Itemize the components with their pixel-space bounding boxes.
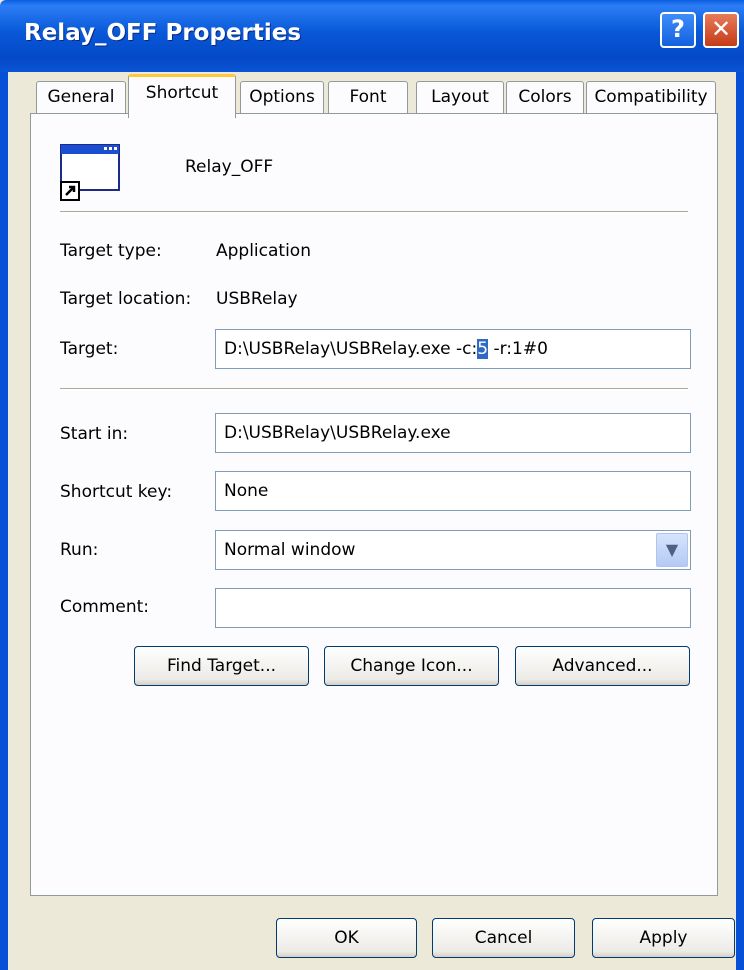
target-text-selected: 5 <box>477 339 489 359</box>
comment-label: Comment: <box>60 597 150 617</box>
target-location-value: USBRelay <box>216 289 298 309</box>
find-target-button[interactable]: Find Target... <box>134 646 309 686</box>
run-label: Run: <box>60 540 99 560</box>
run-select-value: Normal window <box>224 540 356 560</box>
run-select[interactable]: Normal window ▼ <box>215 530 691 570</box>
shortcut-app-icon <box>60 144 120 201</box>
target-text-before: D:\USBRelay\USBRelay.exe -c: <box>224 339 478 359</box>
shortcut-key-label: Shortcut key: <box>60 482 173 502</box>
change-icon-button[interactable]: Change Icon... <box>324 646 499 686</box>
target-type-label: Target type: <box>60 241 162 261</box>
ok-button[interactable]: OK <box>276 918 417 958</box>
divider-top <box>60 211 688 213</box>
advanced-button[interactable]: Advanced... <box>515 646 690 686</box>
start-in-label: Start in: <box>60 424 129 444</box>
target-text-after: -r:1#0 <box>488 339 548 359</box>
target-location-label: Target location: <box>60 289 192 309</box>
comment-input[interactable] <box>215 588 691 628</box>
target-input[interactable]: D:\USBRelay\USBRelay.exe -c:5 -r:1#0 <box>215 329 691 369</box>
shortcut-key-input[interactable]: None <box>215 471 691 511</box>
divider-middle <box>60 388 688 390</box>
target-type-value: Application <box>216 241 311 261</box>
shortcut-name: Relay_OFF <box>185 157 274 177</box>
start-in-input[interactable]: D:\USBRelay\USBRelay.exe <box>215 413 691 453</box>
apply-button[interactable]: Apply <box>592 918 735 958</box>
chevron-down-icon[interactable]: ▼ <box>656 533 688 567</box>
cancel-button[interactable]: Cancel <box>432 918 575 958</box>
target-label: Target: <box>60 339 119 359</box>
